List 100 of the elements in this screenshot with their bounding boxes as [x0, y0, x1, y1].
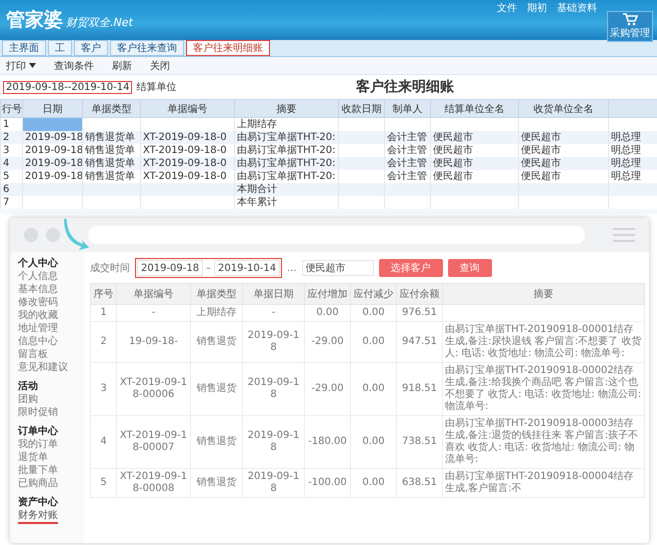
- filter-button[interactable]: 查询: [448, 259, 492, 277]
- sidebar-item[interactable]: 修改密码: [18, 297, 58, 309]
- top-menu-item[interactable]: 文件: [497, 1, 517, 15]
- table-cell: XT-2019-09-18-00006: [116, 362, 190, 416]
- table-cell: XT-2019-09-18-0: [140, 131, 234, 144]
- column-header: 摘要: [234, 100, 338, 118]
- table-cell: 销售退货: [190, 416, 242, 468]
- table-cell: 0.00: [350, 362, 396, 416]
- filter-button[interactable]: 选择客户: [378, 259, 443, 277]
- table-cell: 由易订宝单据THT-20190918-00004结存生成,客户留言:不: [442, 468, 644, 498]
- app-tab[interactable]: 工: [48, 40, 72, 56]
- column-header: 日期: [22, 100, 82, 118]
- sidebar-item[interactable]: 财务对账: [18, 510, 58, 524]
- table-cell: 销售退货单: [82, 157, 140, 170]
- table-cell: 4: [0, 157, 22, 170]
- column-header: 制单人: [384, 100, 430, 118]
- top-menu-item[interactable]: 期初: [527, 1, 547, 15]
- column-header: 应付余额: [396, 284, 442, 304]
- table-cell: -: [242, 304, 304, 322]
- table-cell: 明总理: [608, 131, 657, 144]
- more-text: ...: [287, 262, 297, 274]
- top-menu-item[interactable]: 基础资料: [557, 1, 597, 15]
- toolbar-button[interactable]: 查询条件: [54, 58, 94, 72]
- table-cell: 738.51: [396, 416, 442, 468]
- table-cell: -29.00: [304, 322, 350, 362]
- column-header: 单据日期: [242, 284, 304, 304]
- sidebar-item[interactable]: 限时促销: [18, 407, 58, 419]
- sidebar-heading: 资产中心: [18, 495, 58, 509]
- table-cell: 由易订宝单据THT-20:: [234, 157, 338, 170]
- column-header: 收货单位全名: [518, 100, 608, 118]
- table-cell: 0.00: [350, 322, 396, 362]
- column-header: 收款日期: [338, 100, 384, 118]
- table-cell: 6: [0, 183, 22, 196]
- column-header: 单据类型: [190, 284, 242, 304]
- table-cell: 由易订宝单据THT-20190918-00003结存生成,备注:退货的钱挂往来 客户留言:孩子不喜欢 收货人: 电话: 收货地址: 物流公司: 物流单号:: [442, 416, 644, 468]
- table-cell: XT-2019-09-18-00007: [116, 416, 190, 468]
- start-date-field[interactable]: 2019-09-18: [137, 260, 203, 276]
- table-cell: 由易订宝单据THT-20190918-00002结存生成,备注:给我换个商品吧 客户留言:这个也不想要了 收货人: 电话: 收货地址: 物流公司: 物流单号:: [442, 362, 644, 416]
- table-cell: 会计主管: [384, 131, 430, 144]
- table-cell: 2: [0, 131, 22, 144]
- toolbar-button[interactable]: 关闭: [150, 58, 170, 72]
- table-cell: 19-09-18-: [116, 322, 190, 362]
- menu-icon[interactable]: [613, 228, 635, 242]
- sidebar-heading: 个人中心: [18, 256, 58, 270]
- sidebar-item[interactable]: 我的订单: [18, 439, 58, 451]
- range-separator: –: [206, 262, 211, 274]
- table-cell: 上期结存: [190, 304, 242, 322]
- sidebar-item[interactable]: 我的收藏: [18, 310, 58, 322]
- toolbar-button[interactable]: 刷新: [112, 58, 132, 72]
- sidebar-item[interactable]: 退货单: [18, 452, 48, 464]
- table-cell: -180.00: [304, 416, 350, 468]
- address-bar[interactable]: [88, 226, 585, 244]
- column-header: 摘要: [442, 284, 644, 304]
- report-title: 客户往来明细账: [355, 78, 455, 96]
- table-cell: 918.51: [396, 362, 442, 416]
- table-cell: 1: [90, 304, 116, 322]
- table-cell: 2019-09-18: [242, 362, 304, 416]
- table-cell: -100.00: [304, 468, 350, 498]
- column-header: 单据编号: [116, 284, 190, 304]
- sidebar-item[interactable]: 地址管理: [18, 323, 58, 335]
- table-cell: 由易订宝单据THT-20:: [234, 131, 338, 144]
- table-cell: 会计主管: [384, 157, 430, 170]
- table-cell: -29.00: [304, 362, 350, 416]
- cart-icon: [622, 12, 638, 26]
- end-date-field[interactable]: 2019-10-14: [214, 260, 280, 276]
- table-cell: 5: [90, 468, 116, 498]
- sidebar-item[interactable]: 信息中心: [18, 336, 58, 348]
- table-cell: 2019-09-18: [242, 322, 304, 362]
- app-tab[interactable]: 客户往来明细账: [186, 40, 270, 56]
- table-cell: 明总理: [608, 157, 657, 170]
- sidebar-item[interactable]: 已购商品: [18, 478, 58, 490]
- table-cell: 销售退货: [190, 362, 242, 416]
- table-cell: XT-2019-09-18-00008: [116, 468, 190, 498]
- table-cell: 3: [90, 362, 116, 416]
- shortcut-button[interactable]: 采购管理: [607, 10, 653, 42]
- app-tab[interactable]: 主界面: [2, 40, 46, 56]
- curved-arrow-icon: [64, 217, 90, 252]
- date-range: 2019-09-18--2019-10-14: [3, 80, 132, 94]
- sidebar-item[interactable]: 个人信息: [18, 271, 58, 283]
- sidebar-item[interactable]: 批量下单: [18, 465, 58, 477]
- table-cell: 7: [0, 196, 22, 209]
- table-cell: 销售退货: [190, 468, 242, 498]
- column-header: 序号: [90, 284, 116, 304]
- sidebar-item[interactable]: 意见和建议: [18, 362, 68, 374]
- toolbar-button[interactable]: 打印: [6, 58, 36, 72]
- app-tab[interactable]: 客户: [74, 40, 108, 56]
- sidebar-item[interactable]: 基本信息: [18, 284, 58, 296]
- column-header: 单据类型: [82, 100, 140, 118]
- table-cell: 便民超市: [430, 131, 518, 144]
- app-tab[interactable]: 客户往来查询: [110, 40, 184, 56]
- sidebar-heading: 订单中心: [18, 424, 58, 438]
- sidebar-item[interactable]: 团购: [18, 394, 38, 406]
- column-header: 应付减少: [350, 284, 396, 304]
- app-logo-subtitle: 财贸双全.Net: [66, 15, 133, 30]
- customer-field[interactable]: 便民超市: [302, 260, 374, 276]
- column-header: 应付增加: [304, 284, 350, 304]
- table-cell: 2019-09-18: [242, 468, 304, 498]
- table-cell: 947.51: [396, 322, 442, 362]
- table-cell: 4: [90, 416, 116, 468]
- sidebar-item[interactable]: 留言板: [18, 349, 48, 361]
